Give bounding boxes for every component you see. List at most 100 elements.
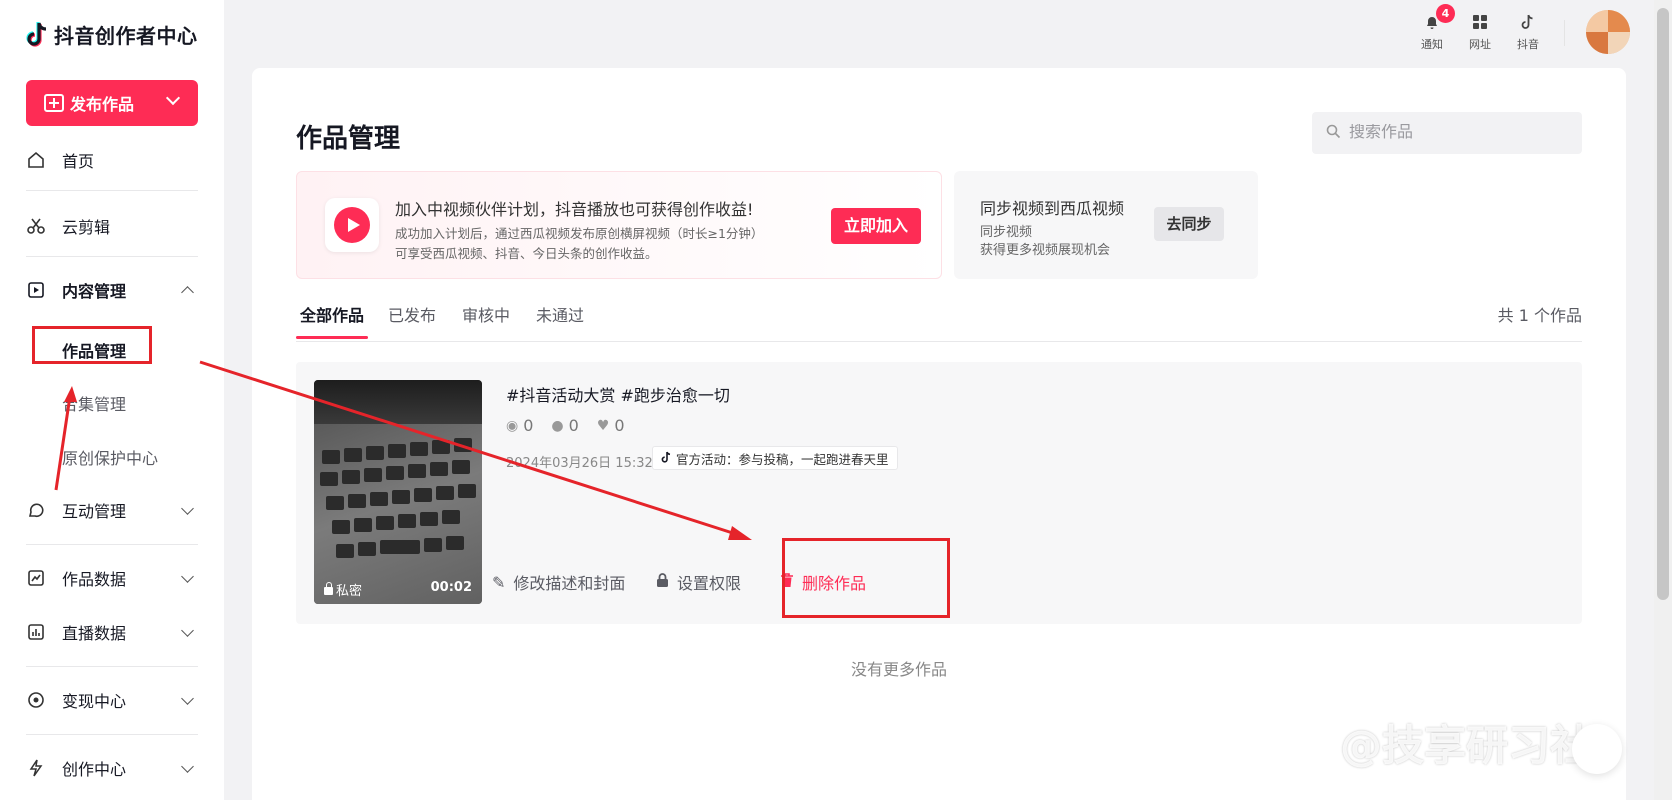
- search-box[interactable]: [1312, 112, 1582, 154]
- douyin-icon: [661, 451, 672, 466]
- tab-reviewing[interactable]: 审核中: [462, 302, 510, 342]
- eye-icon: ◉: [506, 417, 519, 434]
- sidebar-item-live-data[interactable]: 直播数据: [26, 612, 198, 652]
- sidebar-item-monetization[interactable]: 变现中心: [26, 680, 198, 720]
- target-icon: [26, 690, 46, 710]
- activity-label: 官方活动：参与投稿，一起跑进春天里: [676, 451, 889, 467]
- sync-subtitle-2: 获得更多视频展现机会: [980, 243, 1111, 258]
- divider: [26, 544, 198, 545]
- tab-rejected[interactable]: 未通过: [536, 302, 584, 342]
- app-title: 抖音创作者中心: [54, 24, 198, 48]
- grid-icon: [1471, 14, 1489, 32]
- sidebar-item-works-data[interactable]: 作品数据: [26, 558, 198, 598]
- xigua-icon: [325, 198, 379, 252]
- edit-description-button[interactable]: ✎ 修改描述和封面: [492, 570, 625, 594]
- sidebar-item-label: 首页: [62, 152, 95, 171]
- publish-date: 2024年03月26日 15:32: [506, 456, 653, 471]
- divider: [26, 190, 198, 191]
- chevron-down-icon: [181, 570, 194, 583]
- no-more-works: 没有更多作品: [850, 660, 947, 679]
- scissors-icon: [26, 216, 46, 236]
- heart-icon: ♥: [596, 417, 610, 434]
- chevron-down-icon: [181, 692, 194, 705]
- sidebar-item-creation-center[interactable]: 创作中心: [26, 748, 198, 788]
- sidebar-item-label: 变现中心: [62, 692, 127, 711]
- edit-label: 修改描述和封面: [513, 574, 626, 593]
- douyin-label: 抖音: [1517, 38, 1539, 51]
- search-icon: [1326, 124, 1341, 143]
- privacy-label: 私密: [336, 584, 363, 599]
- sidebar-subitem-collection-management[interactable]: 合集管理: [62, 391, 126, 415]
- search-input[interactable]: [1349, 124, 1569, 142]
- sidebar: 抖音创作者中心 发布作品 首页 云剪辑 内容管理 作品管理 合集管理 原创保护中…: [0, 0, 224, 800]
- annotation-box-works-management: [32, 326, 152, 364]
- watermark: @技享研习社: [1340, 721, 1593, 770]
- sidebar-item-home[interactable]: 首页: [26, 140, 198, 180]
- tab-published[interactable]: 已发布: [388, 302, 436, 342]
- sidebar-subitem-original-protection[interactable]: 原创保护中心: [62, 445, 158, 469]
- sidebar-item-content-management[interactable]: 内容管理: [26, 270, 198, 310]
- promo-description: 成功加入计划后，通过西瓜视频发布原创横屏视频（时长≥1分钟）可享受西瓜视频、抖音…: [395, 226, 764, 261]
- divider: [26, 734, 198, 735]
- sidebar-item-interaction[interactable]: 互动管理: [26, 490, 198, 530]
- lock-icon: [656, 572, 669, 592]
- bar-chart-icon: [26, 622, 46, 642]
- activity-tag[interactable]: 官方活动：参与投稿，一起跑进春天里: [652, 446, 898, 470]
- chevron-down-icon[interactable]: [165, 90, 181, 106]
- sidebar-item-cloud-edit[interactable]: 云剪辑: [26, 206, 198, 246]
- divider: [26, 256, 198, 257]
- annotation-box-delete-work: [782, 538, 950, 618]
- line-chart-icon: [26, 568, 46, 588]
- video-duration: 00:02: [430, 580, 472, 595]
- join-now-button[interactable]: 立即加入: [831, 208, 921, 244]
- chevron-down-icon: [181, 502, 194, 515]
- promo-title: 加入中视频伙伴计划，抖音播放也可获得创作收益!: [395, 200, 754, 219]
- home-icon: [26, 150, 46, 170]
- views-count: 0: [523, 416, 534, 435]
- pencil-icon: ✎: [492, 572, 506, 592]
- permission-label: 设置权限: [677, 574, 742, 593]
- privacy-tag: 私密: [324, 580, 362, 599]
- avatar[interactable]: [1586, 10, 1630, 54]
- douyin-button[interactable]: 抖音: [1508, 14, 1548, 52]
- lightning-icon: [26, 758, 46, 778]
- divider: [26, 666, 198, 667]
- notification-button[interactable]: 通知 4: [1412, 4, 1455, 52]
- douyin-icon: [1519, 14, 1537, 32]
- plus-square-icon: [44, 94, 64, 112]
- douyin-logo-icon: [26, 21, 47, 47]
- tab-bar: 全部作品 已发布 审核中 未通过 共 1 个作品: [296, 286, 1582, 342]
- sidebar-item-label: 直播数据: [62, 624, 127, 643]
- play-square-icon: [26, 280, 46, 300]
- sidebar-item-label: 作品数据: [62, 570, 127, 589]
- video-stats: ◉ 0 ● 0 ♥ 0: [506, 416, 625, 435]
- address-label: 网址: [1469, 38, 1491, 51]
- chevron-up-icon: [181, 286, 194, 299]
- set-permission-button[interactable]: 设置权限: [656, 570, 741, 594]
- chat-icon: [26, 500, 46, 520]
- app-logo[interactable]: 抖音创作者中心: [26, 20, 198, 49]
- video-title[interactable]: #抖音活动大赏 #跑步治愈一切: [506, 382, 730, 406]
- video-thumbnail[interactable]: 私密 00:02: [314, 380, 482, 604]
- notification-label: 通知: [1421, 38, 1443, 51]
- topbar-divider: [1564, 20, 1565, 46]
- likes-count: 0: [614, 416, 625, 435]
- help-button[interactable]: [1572, 724, 1622, 774]
- scrollbar-thumb[interactable]: [1657, 8, 1669, 600]
- works-count: 共 1 个作品: [1497, 306, 1582, 325]
- chevron-down-icon: [181, 760, 194, 773]
- comment-icon: ●: [551, 417, 564, 434]
- comments-count: 0: [568, 416, 579, 435]
- sidebar-item-label: 创作中心: [62, 760, 127, 779]
- publish-label: 发布作品: [70, 95, 135, 114]
- promo-banner: 加入中视频伙伴计划，抖音播放也可获得创作收益! 成功加入计划后，通过西瓜视频发布…: [296, 171, 942, 279]
- sync-card: 同步视频到西瓜视频 同步视频 获得更多视频展现机会 去同步: [954, 171, 1258, 279]
- sync-subtitle: 同步视频: [980, 225, 1033, 240]
- address-button[interactable]: 网址: [1460, 14, 1500, 52]
- go-sync-button[interactable]: 去同步: [1154, 207, 1224, 241]
- notification-badge: 4: [1436, 4, 1455, 23]
- scrollbar[interactable]: [1654, 0, 1672, 800]
- publish-button[interactable]: 发布作品: [26, 80, 198, 126]
- sidebar-item-label: 内容管理: [62, 282, 127, 301]
- sidebar-item-label: 云剪辑: [62, 218, 111, 237]
